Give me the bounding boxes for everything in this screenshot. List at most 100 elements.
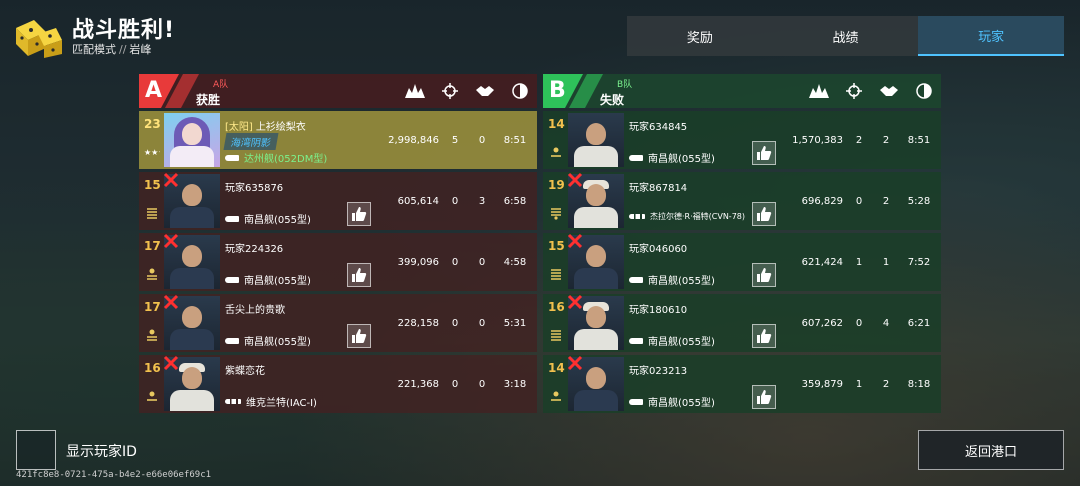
thumbs-up-icon — [352, 268, 367, 282]
player-name: 玩家635876 — [225, 183, 284, 194]
time-value: 8:18 — [907, 378, 931, 390]
like-button[interactable] — [347, 202, 371, 226]
survival-time-icon — [906, 83, 941, 99]
player-name: [太阳] 上衫绘梨衣 — [225, 118, 306, 133]
damage-value: 399,096 — [397, 256, 439, 268]
player-row[interactable]: 17 玩家224326 南昌舰(055型) 399,096 0 0 4:58 — [139, 233, 537, 291]
destroyed-x-icon — [163, 233, 179, 249]
rank-insignia-icon — [147, 268, 157, 280]
player-row[interactable]: 17 舌尖上的贵歌 南昌舰(055型) 228,158 0 0 5:31 — [139, 294, 537, 352]
player-level: 17 — [144, 239, 161, 253]
kills-value: 2 — [855, 134, 863, 146]
player-name: 玩家180610 — [629, 305, 688, 316]
like-button[interactable] — [752, 202, 776, 226]
like-button[interactable] — [752, 263, 776, 287]
avatar — [164, 113, 220, 167]
match-id: 421fc8e8-0721-475a-b4e2-e66e06ef69c1 — [16, 470, 212, 480]
kill-crosshair-icon — [836, 83, 871, 99]
player-row[interactable]: 16 玩家180610 南昌舰(055型) 607,262 0 4 6:21 — [543, 294, 941, 352]
player-row[interactable]: 16 紫蝶恋花 维克兰特(IAC-I) 221,368 0 0 3:18 — [139, 355, 537, 413]
like-button[interactable] — [347, 324, 371, 348]
time-value: 8:51 — [503, 134, 527, 146]
subtitle-separator: // — [119, 43, 127, 56]
ship: 南昌舰(055型) — [629, 333, 715, 348]
like-button[interactable] — [752, 385, 776, 409]
ship: 杰拉尔德·R·福特(CVN-78) — [629, 211, 745, 222]
player-stats: 605,614 0 3 6:58 — [377, 172, 537, 230]
rank-insignia-icon — [551, 391, 561, 401]
kills-value: 5 — [451, 134, 459, 146]
ship: 南昌舰(055型) — [629, 272, 715, 287]
assists-value: 4 — [882, 317, 890, 329]
player-row[interactable]: 14 玩家634845 南昌舰(055型) 1,570,383 2 2 8:51 — [543, 111, 941, 169]
ship-icon — [629, 337, 643, 344]
team-b-panel: B B队 失败 14 玩家634845 南昌舰(055型) 1,570,383 … — [543, 74, 941, 413]
kills-value: 1 — [855, 378, 863, 390]
destroyed-x-icon — [567, 294, 583, 310]
player-name-text: 上衫绘梨衣 — [255, 122, 306, 133]
time-value: 3:18 — [503, 378, 527, 390]
damage-value: 621,424 — [801, 256, 843, 268]
team-b-letter: B — [549, 78, 566, 103]
team-a-header: A A队 获胜 — [139, 74, 537, 108]
time-value: 8:51 — [907, 134, 931, 146]
ship: 南昌舰(055型) — [629, 150, 715, 165]
tab-rewards[interactable]: 奖励 — [627, 16, 773, 56]
time-value: 4:58 — [503, 256, 527, 268]
tab-players[interactable]: 玩家 — [918, 16, 1065, 56]
ship-name: 南昌舰(055型) — [244, 276, 311, 287]
ship-name: 南昌舰(055型) — [244, 337, 311, 348]
kill-crosshair-icon — [432, 83, 467, 99]
ship: 南昌舰(055型) — [629, 394, 715, 409]
damage-value: 2,998,846 — [388, 134, 439, 146]
time-value: 5:28 — [907, 195, 931, 207]
damage-value: 607,262 — [801, 317, 843, 329]
destroyed-x-icon — [567, 355, 583, 371]
page-title: 战斗胜利! — [72, 18, 176, 43]
thumbs-up-icon — [352, 329, 367, 343]
player-row[interactable]: 14 玩家023213 南昌舰(055型) 359,879 1 2 8:18 — [543, 355, 941, 413]
damage-value: 696,829 — [801, 195, 843, 207]
assists-value: 0 — [478, 378, 486, 390]
damage-value: 1,570,383 — [792, 134, 843, 146]
thumbs-up-icon — [757, 268, 772, 282]
return-to-port-button[interactable]: 返回港口 — [918, 430, 1064, 470]
thumbs-up-icon — [757, 207, 772, 221]
thumbs-up-icon — [757, 329, 772, 343]
player-level: 16 — [548, 300, 565, 314]
team-a-panel: A A队 获胜 23 ★★★ [太阳]上衫绘梨衣 海湾阴影 达州舰(052DM型… — [139, 74, 537, 413]
tab-battle-record[interactable]: 战绩 — [773, 16, 919, 56]
player-name: 舌尖上的贵歌 — [225, 305, 285, 316]
rank-insignia-icon — [551, 147, 561, 157]
kills-value: 0 — [451, 256, 459, 268]
like-button[interactable] — [752, 141, 776, 165]
show-id-checkbox[interactable] — [16, 430, 56, 470]
player-row[interactable]: 15 玩家635876 南昌舰(055型) 605,614 0 3 6:58 — [139, 172, 537, 230]
kills-value: 1 — [855, 256, 863, 268]
ship-name: 南昌舰(055型) — [648, 337, 715, 348]
destroyed-x-icon — [163, 355, 179, 371]
thumbs-up-icon — [757, 146, 772, 160]
ship: 南昌舰(055型) — [225, 333, 311, 348]
damage-value: 221,368 — [397, 378, 439, 390]
time-value: 5:31 — [503, 317, 527, 329]
like-button[interactable] — [752, 324, 776, 348]
kills-value: 0 — [451, 378, 459, 390]
ship-name: 南昌舰(055型) — [648, 154, 715, 165]
ship-icon — [225, 276, 239, 283]
player-level: 14 — [548, 361, 565, 375]
damage-icon — [801, 84, 836, 98]
player-level: 19 — [548, 178, 565, 192]
match-mode: 匹配模式 — [72, 43, 116, 56]
player-row[interactable]: 15 玩家046060 南昌舰(055型) 621,424 1 1 7:52 — [543, 233, 941, 291]
rank-insignia-icon — [147, 329, 157, 341]
player-level: 23 — [144, 117, 161, 131]
show-id-label[interactable]: 显示玩家ID — [66, 441, 137, 461]
like-button[interactable] — [347, 263, 371, 287]
player-row[interactable]: 23 ★★★ [太阳]上衫绘梨衣 海湾阴影 达州舰(052DM型) 2,998,… — [139, 111, 537, 169]
damage-value: 228,158 — [397, 317, 439, 329]
player-row[interactable]: 19 玩家867814 杰拉尔德·R·福特(CVN-78) 696,829 0 … — [543, 172, 941, 230]
assists-value: 0 — [478, 317, 486, 329]
carrier-icon — [629, 214, 645, 219]
player-stats: 1,570,383 2 2 8:51 — [781, 111, 941, 169]
